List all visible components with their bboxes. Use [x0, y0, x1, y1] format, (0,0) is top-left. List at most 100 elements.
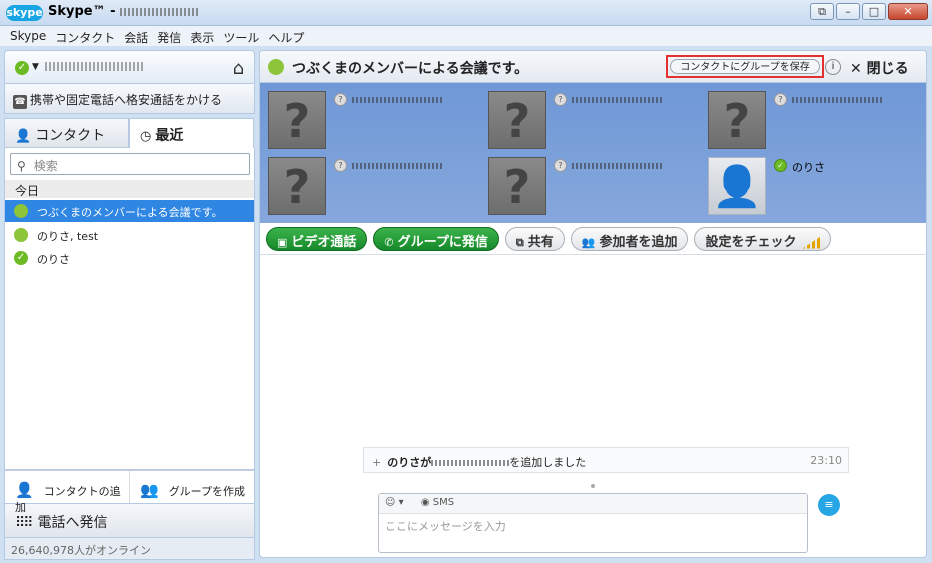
tab-recent-label: 最近 [155, 128, 184, 144]
call-group-button[interactable]: ✆ グループに発信 [373, 227, 499, 251]
participant[interactable]: ? ? [268, 91, 488, 151]
search-placeholder: 検索 [33, 159, 58, 173]
avatar: ? [708, 91, 766, 149]
list-item-label: のりさ [37, 253, 70, 266]
recent-list: ⚲ 検索 今日 つぶくまのメンバーによる会議です。 のりさ, test ✓ のりさ [4, 148, 255, 470]
phone-icon: ✆ [384, 236, 394, 249]
status-icon: ? [554, 159, 567, 172]
call-phones-label: 携帯や固定電話へ格安通話をかける [30, 93, 223, 107]
add-contact-button[interactable]: 👤 コンタクトの追加 [5, 471, 129, 514]
video-call-button[interactable]: ▣ ビデオ通話 [266, 227, 368, 251]
status-icon: ? [774, 93, 787, 106]
check-settings-button[interactable]: 設定をチェック [694, 227, 832, 251]
list-item[interactable]: ✓ のりさ [5, 247, 254, 269]
save-group-button[interactable]: コンタクトにグループを保存 [670, 59, 820, 74]
participant[interactable]: ? ? [488, 157, 708, 217]
dial-phone-button[interactable]: ⠿⠿ 電話へ発信 [4, 504, 255, 538]
participant[interactable]: ? ? [268, 157, 488, 217]
obscured-participant-name [352, 97, 444, 103]
obscured-participant-name [572, 163, 664, 169]
video-call-label: ビデオ通話 [291, 235, 357, 250]
search-input[interactable]: ⚲ 検索 [10, 153, 250, 175]
participant[interactable]: ? ? [708, 91, 926, 151]
window-controls: ⧉ – □ ✕ [810, 3, 928, 20]
restore-button[interactable]: ⧉ [810, 3, 834, 20]
tab-contacts[interactable]: 👤 コンタクト [4, 118, 129, 148]
menu-call[interactable]: 発信 [153, 26, 186, 46]
avatar: ? [488, 91, 546, 149]
call-phones-button[interactable]: ☎ 携帯や固定電話へ格安通話をかける [4, 84, 255, 114]
obscured-participant-name [572, 97, 664, 103]
clock-icon: ◷ [140, 129, 152, 144]
send-message-button[interactable]: ≡ [818, 494, 840, 516]
home-icon[interactable]: ⌂ [233, 58, 244, 79]
status-icon: ? [554, 93, 567, 106]
menu-contacts[interactable]: コンタクト [51, 26, 120, 46]
online-status-icon[interactable]: ✓ [15, 61, 29, 75]
group-chat-icon [14, 228, 28, 242]
maximize-button[interactable]: □ [862, 3, 886, 20]
menu-view[interactable]: 表示 [186, 26, 219, 46]
chevron-down-icon[interactable]: ▼ [32, 62, 39, 72]
title-bar: skype Skype™ - ⧉ – □ ✕ [0, 0, 932, 26]
add-people-icon: 👥 [581, 236, 596, 249]
notice-suffix: を追加しました [509, 456, 587, 469]
profile-bar[interactable]: ✓ ▼ ⌂ [4, 50, 255, 84]
participant-name: のりさ [792, 161, 825, 174]
signal-strength-icon [802, 236, 821, 249]
info-icon[interactable]: i [825, 59, 841, 75]
minimize-button[interactable]: – [836, 3, 860, 20]
obscured-username [119, 7, 200, 16]
today-header: 今日 [5, 180, 254, 198]
list-item[interactable]: のりさ, test [5, 224, 254, 246]
conversation-panel: つぶくまのメンバーによる会議です。 コンタクトにグループを保存 i ✕ 閉じる … [259, 50, 927, 558]
participants-area: ? ? ? ? ? ? ? ? ? ? 👤 ✓ のりさ [260, 83, 926, 223]
conversation-title[interactable]: つぶくまのメンバーによる会議です。 [292, 58, 528, 78]
conversation-header: つぶくまのメンバーによる会議です。 コンタクトにグループを保存 i ✕ 閉じる [260, 51, 926, 83]
message-input[interactable]: ここにメッセージを入力 [379, 514, 807, 534]
menu-help[interactable]: ヘルプ [264, 26, 309, 46]
create-group-label: グループを作成 [168, 485, 246, 498]
emoticon-icon[interactable]: ☺ ▾ [385, 497, 404, 508]
online-status-icon: ✓ [774, 159, 787, 172]
avatar: ? [268, 157, 326, 215]
user-silhouette-icon: 👤 [708, 157, 766, 215]
phone-icon: ☎ [13, 95, 27, 109]
add-participants-label: 参加者を追加 [599, 235, 678, 250]
participant-added-notice: + のりさが を追加しました 23:10 [363, 447, 849, 473]
online-count: 26,640,978人がオンライン [4, 538, 255, 560]
video-icon: ▣ [277, 236, 288, 249]
obscured-profile-name[interactable] [45, 62, 145, 71]
share-button[interactable]: ⧉ 共有 [504, 227, 565, 251]
obscured-participant-name [352, 163, 444, 169]
add-participants-button[interactable]: 👥 参加者を追加 [570, 227, 689, 251]
participant[interactable]: 👤 ✓ のりさ [708, 157, 926, 217]
add-person-icon: 👤 [15, 481, 34, 499]
divider-dot [591, 484, 595, 488]
menu-tools[interactable]: ツール [219, 26, 264, 46]
tab-contacts-label: コンタクト [35, 128, 106, 144]
avatar: ? [488, 157, 546, 215]
menu-conversation[interactable]: 会話 [120, 26, 153, 46]
menu-skype[interactable]: Skype [6, 26, 51, 46]
message-compose: ☺ ▾ ◉ SMS ここにメッセージを入力 [378, 493, 808, 553]
share-icon: ⧉ [515, 236, 524, 249]
participant[interactable]: ? ? [488, 91, 708, 151]
close-window-button[interactable]: ✕ [888, 3, 928, 20]
message-timestamp: 23:10 [810, 454, 842, 467]
save-group-highlight: コンタクトにグループを保存 [666, 55, 824, 78]
expand-icon[interactable]: + [372, 456, 381, 469]
obscured-username [431, 460, 510, 466]
list-item[interactable]: つぶくまのメンバーによる会議です。 [5, 200, 254, 222]
call-toolbar: ▣ ビデオ通話 ✆ グループに発信 ⧉ 共有 👥 参加者を追加 設定をチェック [260, 223, 926, 255]
sms-toggle[interactable]: ◉ SMS [421, 497, 454, 508]
status-icon: ? [334, 93, 347, 106]
compose-toolbar: ☺ ▾ ◉ SMS [379, 494, 807, 514]
list-item-label: のりさ, test [37, 230, 99, 243]
close-conversation-button[interactable]: ✕ 閉じる [850, 58, 909, 78]
close-conversation-label: 閉じる [866, 61, 909, 77]
tab-recent[interactable]: ◷ 最近 [129, 118, 254, 148]
create-group-button[interactable]: 👥 グループを作成 [129, 471, 254, 503]
contact-actions: 👤 コンタクトの追加 👥 グループを作成 [4, 470, 255, 514]
add-group-icon: 👥 [140, 481, 159, 499]
